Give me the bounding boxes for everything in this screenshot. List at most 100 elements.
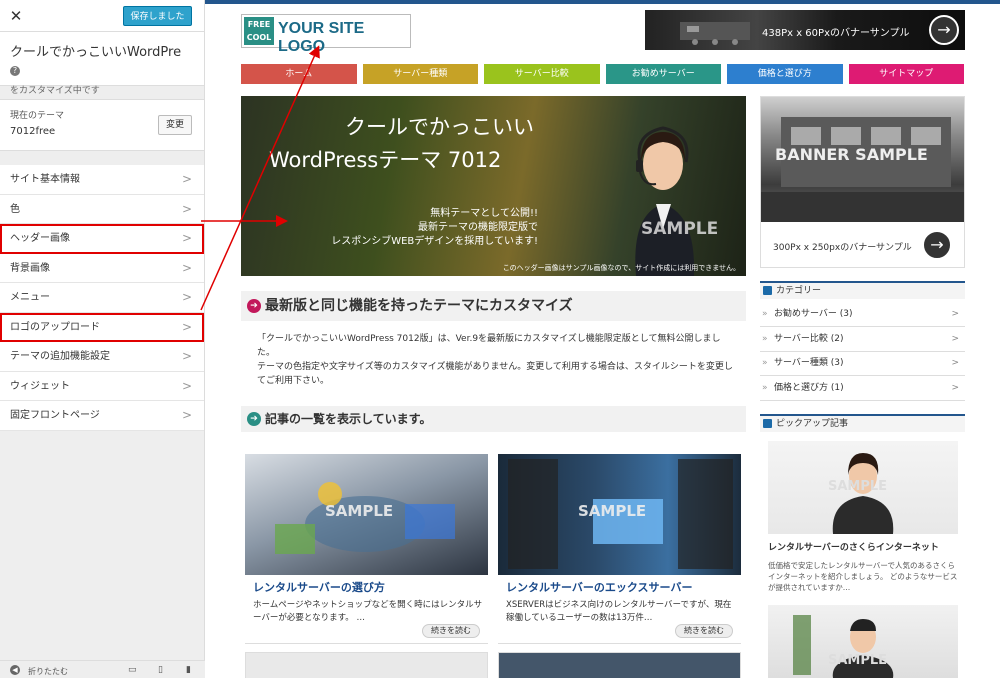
- chevron-right-icon: >: [951, 309, 959, 319]
- collapse-label[interactable]: 折りたたむ: [28, 666, 68, 677]
- article-card[interactable]: SAMPLE レンタルサーバーの選び方 ホームページやネットショップなどを開く時…: [245, 454, 488, 644]
- widget-heading-pickup: ピックアップ記事: [760, 414, 965, 432]
- close-icon[interactable]: ✕: [0, 0, 32, 32]
- article-title[interactable]: レンタルサーバーのエックスサーバー: [506, 579, 692, 595]
- category-item[interactable]: » サーバー種類 (3) >: [760, 351, 965, 376]
- article-title[interactable]: レンタルサーバーの選び方: [253, 579, 385, 595]
- change-theme-button[interactable]: 変更: [158, 115, 192, 135]
- read-more-button[interactable]: 続きを読む: [675, 624, 733, 638]
- customizer-panel: ✕ 保存しました クールでかっこいいWordPre... ? をカスタマイズ中で…: [0, 0, 205, 678]
- category-item[interactable]: » お勧めサーバー (3) >: [760, 302, 965, 327]
- hero-title-line2: WordPressテーマ 7012: [269, 148, 502, 172]
- woman-with-headset-image: [635, 126, 695, 276]
- save-button[interactable]: 保存しました: [123, 6, 192, 26]
- chevron-right-icon: >: [951, 358, 959, 368]
- help-icon[interactable]: ?: [10, 65, 20, 76]
- customizer-footer: ◀ 折りたたむ ▭ ▯ ▮: [0, 660, 205, 678]
- pickup-title[interactable]: レンタルサーバーのさくらインターネット: [768, 540, 958, 553]
- customizer-header: ✕ 保存しました: [0, 0, 204, 32]
- menu-item-site-identity[interactable]: サイト基本情報 >: [0, 165, 204, 195]
- chevron-right-icon: >: [181, 319, 192, 334]
- arrow-circle-icon: ➔: [247, 299, 261, 313]
- category-label: お勧めサーバー (3): [774, 309, 853, 319]
- mobile-icon[interactable]: ▮: [186, 665, 191, 675]
- menu-item-logo-upload[interactable]: ロゴのアップロード >: [0, 312, 204, 342]
- category-label: 価格と選び方 (1): [774, 383, 844, 393]
- pickup-excerpt: 低価格で安定したレンタルサーバーで人気のあるさくらインターネットを紹介しましょう…: [768, 561, 958, 592]
- site-preview: FREE COOL YOUR SITE LOGO 438Px x 60Pxのバナー…: [205, 0, 1000, 678]
- arrow-right-icon: →: [929, 15, 959, 45]
- checkbox-icon: [763, 286, 772, 295]
- desktop-icon[interactable]: ▭: [128, 665, 137, 675]
- intro-paragraph-2: テーマの色指定や文字サイズ等のカスタマイズ機能がありません。変更して利用する場合…: [257, 362, 733, 386]
- category-label: サーバー比較 (2): [774, 334, 844, 344]
- menu-item-label: ロゴのアップロード: [10, 321, 100, 333]
- pickup-item[interactable]: SAMPLE レンタルサーバーのさくらインターネット 低価格で安定したレンタルサ…: [768, 441, 958, 593]
- article-excerpt: ホームページやネットショップなどを開く時にはレンタルサーバーが必要となります。 …: [253, 600, 483, 623]
- article-card[interactable]: SAMPLE レンタルサーバーのエックスサーバー XSERVERはビジネス向けの…: [498, 454, 741, 644]
- menu-item-label: 色: [10, 203, 20, 215]
- menu-item-widgets[interactable]: ウィジェット >: [0, 371, 204, 401]
- customizer-info: クールでかっこいいWordPre... ? をカスタマイズ中です: [0, 32, 204, 96]
- arrow-right-icon: →: [922, 230, 952, 260]
- category-item[interactable]: » サーバー比較 (2) >: [760, 327, 965, 352]
- article-card-partial[interactable]: [498, 652, 741, 678]
- customizer-menu: サイト基本情報 > 色 > ヘッダー画像 > 背景画像 > メニュー > ロゴのアップロー…: [0, 165, 204, 431]
- read-more-button[interactable]: 続きを読む: [422, 624, 480, 638]
- pickup-item[interactable]: SAMPLE: [768, 605, 958, 678]
- top-banner[interactable]: 438Px x 60Pxのバナーサンプル →: [645, 10, 965, 50]
- intro-text: 「クールでかっこいいWordPress 7012版」は、Ver.9を最新版にカス…: [257, 332, 735, 388]
- tablet-icon[interactable]: ▯: [158, 665, 163, 675]
- pickup-watermark: SAMPLE: [828, 653, 888, 668]
- section-heading-text: 最新版と同じ機能を持ったテーマにカスタマイズ: [265, 298, 573, 314]
- chevron-right-icon: >: [951, 383, 959, 393]
- nav-item-pricing[interactable]: 価格と選び方: [727, 64, 843, 84]
- nav-item-server-types[interactable]: サーバー種類: [362, 64, 478, 84]
- pickup-image: SAMPLE: [768, 605, 958, 678]
- header-image: クールでかっこいい WordPressテーマ 7012 無料テーマとして公開!!…: [241, 96, 746, 276]
- hero-copy: 無料テーマとして公開!! 最新テーマの機能限定版で レスポンシブWEBデザインを採用…: [278, 207, 538, 249]
- double-chevron-icon: »: [762, 383, 768, 393]
- nav-item-recommended[interactable]: お勧めサーバー: [605, 64, 721, 84]
- double-chevron-icon: »: [762, 358, 768, 368]
- pickup-watermark: SAMPLE: [828, 479, 888, 494]
- site-title: クールでかっこいいWordPre...: [10, 45, 182, 60]
- site-logo[interactable]: FREE COOL YOUR SITE LOGO: [241, 14, 411, 55]
- chevron-right-icon: >: [181, 172, 192, 186]
- menu-item-background-image[interactable]: 背景画像 >: [0, 253, 204, 283]
- side-banner-text: 300Px x 250pxのバナーサンプル: [773, 243, 912, 253]
- category-item[interactable]: » 価格と選び方 (1) >: [760, 376, 965, 401]
- collapse-icon[interactable]: ◀: [10, 665, 20, 675]
- top-accent-line: [205, 0, 1000, 4]
- menu-item-label: テーマの追加機能設定: [10, 351, 110, 362]
- logo-text: YOUR SITE LOGO: [278, 20, 365, 55]
- checkbox-icon: [763, 419, 772, 428]
- hero-copy-line2: 最新テーマの機能限定版で: [418, 222, 538, 233]
- customizing-subtitle: をカスタマイズ中です: [10, 86, 100, 96]
- section-heading-customize: ➔ 最新版と同じ機能を持ったテーマにカスタマイズ: [241, 291, 746, 321]
- side-banner[interactable]: BANNER SAMPLE 300Px x 250pxのバナーサンプル →: [760, 96, 965, 268]
- hero-title-line1: クールでかっこいい: [345, 115, 534, 139]
- menu-item-label: メニュー: [10, 292, 50, 303]
- menu-item-theme-options[interactable]: テーマの追加機能設定 >: [0, 342, 204, 372]
- menu-item-label: ヘッダー画像: [10, 233, 70, 244]
- nav-item-sitemap[interactable]: サイトマップ: [848, 64, 964, 84]
- logo-badge-line1: FREE: [247, 20, 271, 29]
- widget-heading-categories: カテゴリー: [760, 281, 965, 299]
- article-card-partial[interactable]: [245, 652, 488, 678]
- menu-item-static-front-page[interactable]: 固定フロントページ >: [0, 401, 204, 431]
- intro-paragraph-1: 「クールでかっこいいWordPress 7012版」は、Ver.9を最新版にカス…: [257, 334, 721, 358]
- menu-item-label: サイト基本情報: [10, 174, 80, 185]
- menu-item-colors[interactable]: 色 >: [0, 194, 204, 224]
- nav-item-home[interactable]: ホーム: [241, 64, 357, 84]
- chevron-right-icon: >: [181, 290, 192, 304]
- global-nav: ホーム サーバー種類 サーバー比較 お勧めサーバー 価格と選び方 サイトマップ: [241, 64, 964, 84]
- article-excerpt: XSERVERはビジネス向けのレンタルサーバーですが、現在稼働しているユーザーの…: [506, 600, 732, 623]
- widget-heading-text: ピックアップ記事: [776, 419, 849, 429]
- menu-item-menus[interactable]: メニュー >: [0, 283, 204, 313]
- double-chevron-icon: »: [762, 309, 768, 319]
- logo-badge-line2: COOL: [246, 33, 272, 42]
- nav-item-server-compare[interactable]: サーバー比較: [484, 64, 600, 84]
- menu-item-label: 背景画像: [10, 262, 50, 274]
- menu-item-header-image[interactable]: ヘッダー画像 >: [0, 224, 204, 254]
